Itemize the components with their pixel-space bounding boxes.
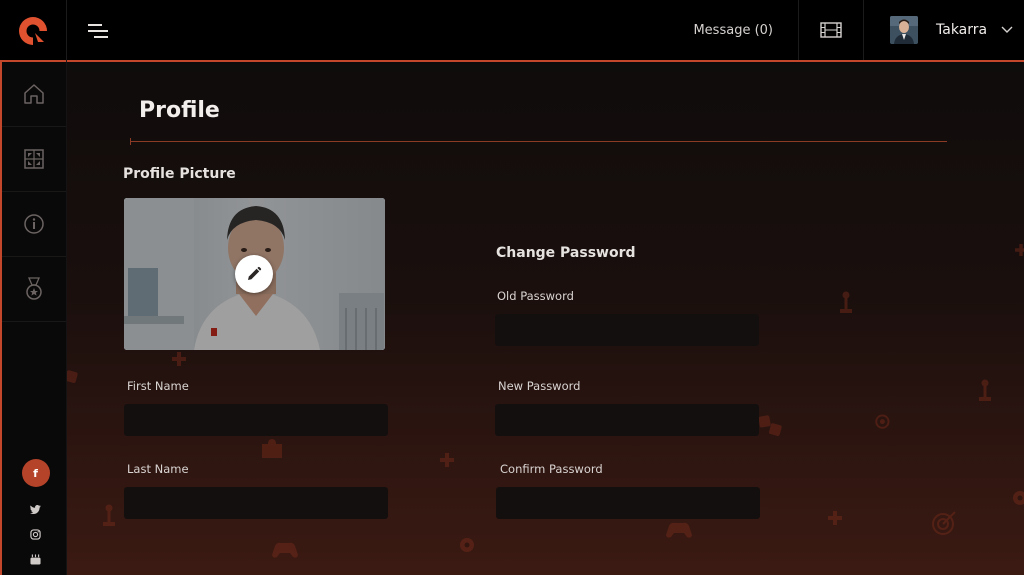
hamburger-menu-icon (88, 24, 108, 38)
sidebar-item-achievements[interactable] (2, 257, 66, 322)
target-decoration-icon (875, 414, 890, 429)
videos-button[interactable] (799, 0, 864, 60)
username: Takarra (936, 22, 988, 38)
last-name-input[interactable] (124, 487, 388, 519)
messages-label: Message (0) (693, 22, 773, 38)
main-content: Profile Profile Picture First Name Last … (67, 64, 1024, 575)
sidebar-item-games[interactable] (2, 127, 66, 192)
dice-decoration-icon (758, 415, 782, 436)
gear-decoration-icon (460, 538, 474, 552)
title-divider (130, 138, 947, 145)
facebook-link[interactable]: f (21, 459, 50, 487)
dice-decoration-icon (67, 370, 78, 383)
joystick-decoration-icon (103, 504, 115, 526)
avatar (890, 16, 918, 44)
dpad-decoration-icon (1015, 244, 1024, 256)
old-password-label: Old Password (497, 289, 574, 303)
youtube-icon (30, 554, 41, 565)
confirm-password-input[interactable] (496, 487, 760, 519)
confirm-password-label: Confirm Password (500, 462, 603, 476)
social-links: f (2, 459, 69, 572)
joystick-decoration-icon (979, 379, 991, 401)
gear-decoration-icon (1013, 491, 1024, 505)
first-name-label: First Name (127, 379, 189, 393)
twitter-link[interactable] (30, 497, 41, 522)
puzzle-decoration-icon (262, 439, 282, 458)
film-icon (820, 22, 842, 38)
first-name-input[interactable] (124, 404, 388, 436)
old-password-input[interactable] (495, 314, 759, 346)
pencil-icon (248, 266, 262, 280)
change-password-heading: Change Password (496, 245, 636, 261)
dpad-decoration-icon (828, 511, 842, 525)
facebook-icon: f (33, 466, 38, 480)
home-icon (24, 84, 44, 104)
last-name-label: Last Name (127, 462, 189, 476)
menu-button[interactable] (67, 0, 129, 62)
new-password-label: New Password (498, 379, 581, 393)
user-menu[interactable]: Takarra (864, 0, 1024, 60)
instagram-icon (30, 529, 41, 540)
logo-icon (19, 17, 47, 45)
info-icon (24, 214, 44, 234)
game-board-icon (24, 149, 44, 169)
youtube-link[interactable] (30, 547, 41, 572)
logo[interactable] (0, 0, 67, 62)
dpad-decoration-icon (440, 453, 454, 467)
dpad-decoration-icon (172, 352, 186, 366)
sidebar-item-info[interactable] (2, 192, 66, 257)
chevron-down-icon (1001, 26, 1013, 33)
joystick-decoration-icon (840, 291, 852, 313)
profile-picture-heading: Profile Picture (123, 166, 236, 182)
medal-icon (26, 277, 42, 300)
gamepad-decoration-icon (272, 542, 298, 558)
page-title: Profile (139, 98, 220, 123)
gamepad-decoration-icon (666, 522, 692, 538)
sidebar-item-home[interactable] (2, 62, 66, 127)
twitter-icon (30, 505, 41, 514)
top-navbar: Message (0) Takarra (0, 0, 1024, 62)
edit-photo-button[interactable] (235, 255, 273, 293)
instagram-link[interactable] (30, 522, 41, 547)
new-password-input[interactable] (495, 404, 759, 436)
target-decoration-icon (932, 511, 956, 535)
messages-link[interactable]: Message (0) (689, 0, 799, 60)
sidebar: f (0, 62, 67, 575)
